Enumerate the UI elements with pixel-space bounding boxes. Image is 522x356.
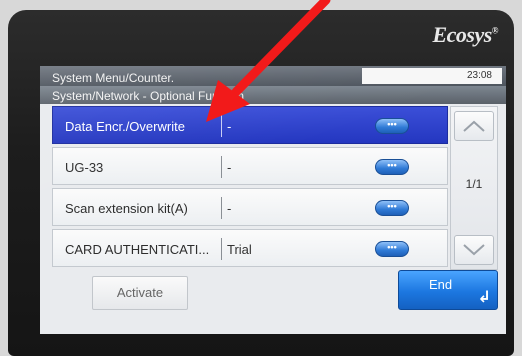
column-divider (221, 197, 222, 219)
function-status: - (227, 160, 232, 175)
function-list: Data Encr./Overwrite - ••• UG-33 - ••• S… (52, 106, 448, 270)
end-button[interactable]: End ↲ (398, 270, 498, 310)
function-status: - (227, 201, 232, 216)
menu-path: System Menu/Counter. (52, 71, 175, 85)
clock-display: 23:08 (362, 68, 502, 84)
function-row-scan-extension-kit[interactable]: Scan extension kit(A) - ••• (52, 188, 448, 226)
function-status: Trial (227, 242, 252, 257)
function-row-card-authentication[interactable]: CARD AUTHENTICATI... Trial ••• (52, 229, 448, 267)
scroll-down-button[interactable] (454, 235, 494, 265)
touch-screen: System Menu/Counter. 23:08 System/Networ… (40, 66, 506, 334)
page-title: System/Network - Optional Function (52, 89, 245, 103)
more-options-button[interactable]: ••• (375, 241, 409, 257)
function-name: Scan extension kit(A) (65, 201, 188, 216)
sub-title-bar: System/Network - Optional Function (40, 86, 506, 104)
scroll-up-button[interactable] (454, 111, 494, 141)
function-name: Data Encr./Overwrite (65, 119, 185, 134)
page-indicator: 1/1 (465, 177, 483, 191)
more-options-button[interactable]: ••• (375, 118, 409, 134)
title-bar: System Menu/Counter. 23:08 (40, 66, 506, 86)
chevron-down-icon (463, 244, 485, 256)
more-options-button[interactable]: ••• (375, 159, 409, 175)
column-divider (221, 156, 222, 178)
function-row-ug-33[interactable]: UG-33 - ••• (52, 147, 448, 185)
brand-name: Ecosys (432, 22, 492, 47)
end-button-label: End (429, 277, 453, 292)
chevron-up-icon (463, 120, 485, 132)
column-divider (221, 238, 222, 260)
more-options-button[interactable]: ••• (375, 200, 409, 216)
function-name: CARD AUTHENTICATI... (65, 242, 210, 257)
function-name: UG-33 (65, 160, 104, 175)
brand-mark: ® (491, 25, 499, 36)
page-scroller: 1/1 (450, 106, 498, 270)
function-row-data-encr-overwrite[interactable]: Data Encr./Overwrite - ••• (52, 106, 448, 144)
brand-logo: Ecosys® (432, 22, 498, 48)
function-status: - (227, 119, 232, 134)
column-divider (221, 115, 222, 137)
return-arrow-icon: ↲ (477, 289, 491, 306)
activate-button[interactable]: Activate (92, 276, 188, 310)
